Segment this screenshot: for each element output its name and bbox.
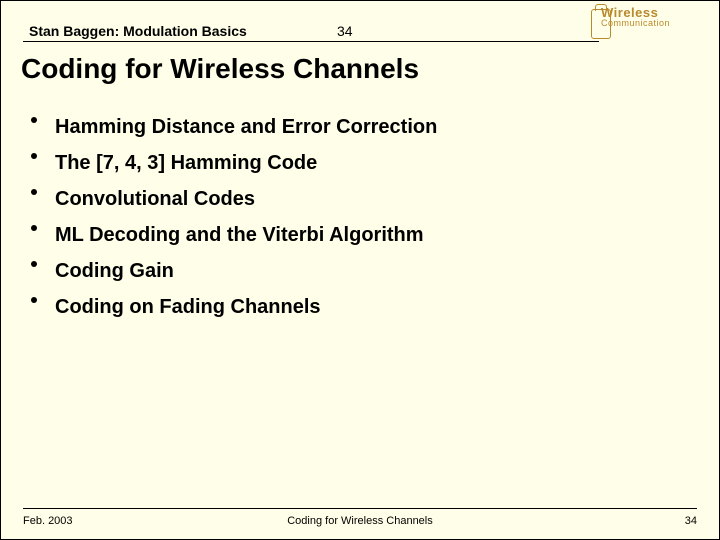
bullet-text: Convolutional Codes <box>55 185 255 213</box>
logo-line2: Communication <box>601 18 711 29</box>
bullet-text: Hamming Distance and Error Correction <box>55 113 437 141</box>
list-item: Hamming Distance and Error Correction <box>31 113 719 141</box>
footer-title: Coding for Wireless Channels <box>1 515 719 527</box>
bullet-text: Coding Gain <box>55 257 174 285</box>
wireless-logo: Wireless Communication <box>601 7 711 45</box>
logo-line1: Wireless <box>601 7 711 18</box>
bullet-text: The [7, 4, 3] Hamming Code <box>55 149 317 177</box>
bullet-icon <box>31 297 37 303</box>
bullet-icon <box>31 153 37 159</box>
footer-divider <box>23 508 697 509</box>
bullet-list: Hamming Distance and Error Correction Th… <box>31 113 719 321</box>
bullet-icon <box>31 225 37 231</box>
bullet-icon <box>31 117 37 123</box>
header-author-title: Stan Baggen: Modulation Basics <box>29 23 247 39</box>
list-item: Coding Gain <box>31 257 719 285</box>
bullet-icon <box>31 189 37 195</box>
list-item: Coding on Fading Channels <box>31 293 719 321</box>
bullet-text: Coding on Fading Channels <box>55 293 321 321</box>
list-item: Convolutional Codes <box>31 185 719 213</box>
header-slide-number: 34 <box>337 23 353 39</box>
header-divider <box>23 41 599 42</box>
footer-page-number: 34 <box>685 515 697 527</box>
bullet-text: ML Decoding and the Viterbi Algorithm <box>55 221 424 249</box>
slide-title: Coding for Wireless Channels <box>21 53 719 85</box>
list-item: The [7, 4, 3] Hamming Code <box>31 149 719 177</box>
bullet-icon <box>31 261 37 267</box>
slide-header: Stan Baggen: Modulation Basics 34 Wirele… <box>1 1 719 45</box>
list-item: ML Decoding and the Viterbi Algorithm <box>31 221 719 249</box>
